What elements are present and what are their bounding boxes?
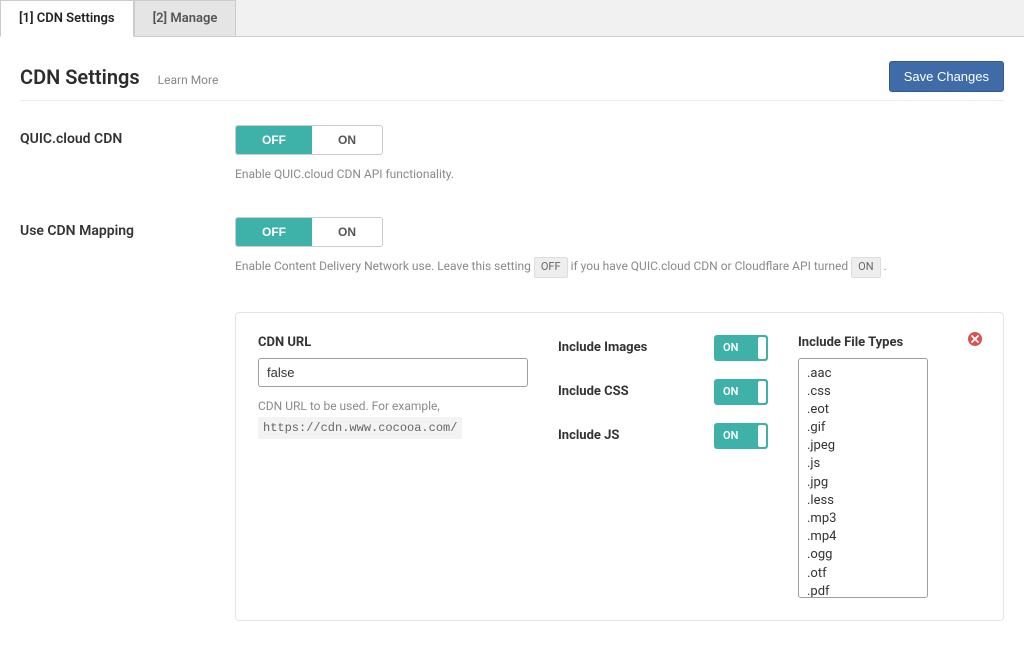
file-types-label: Include File Types <box>798 335 958 350</box>
include-css-toggle[interactable]: ON <box>714 379 768 405</box>
on-tag: ON <box>851 257 880 278</box>
use-mapping-on[interactable]: ON <box>312 218 382 246</box>
quic-cloud-label: QUIC.cloud CDN <box>20 125 235 147</box>
cdn-url-label: CDN URL <box>258 335 528 350</box>
cdn-url-help: CDN URL to be used. For example, https:/… <box>258 397 528 439</box>
learn-more-link[interactable]: Learn More <box>158 73 219 87</box>
cdn-url-example: https://cdn.www.cocooa.com/ <box>258 417 462 439</box>
tab-manage[interactable]: [2] Manage <box>134 0 237 36</box>
close-icon[interactable] <box>967 331 983 347</box>
use-mapping-off[interactable]: OFF <box>236 218 312 246</box>
include-js-toggle[interactable]: ON <box>714 423 768 449</box>
off-tag: OFF <box>534 257 568 278</box>
quic-cloud-toggle[interactable]: OFF ON <box>235 125 383 155</box>
include-js-label: Include JS <box>558 428 619 443</box>
save-changes-button[interactable]: Save Changes <box>889 61 1004 92</box>
cdn-mapping-panel: CDN URL CDN URL to be used. For example,… <box>235 312 1004 621</box>
quic-cloud-help: Enable QUIC.cloud CDN API functionality. <box>235 165 1004 183</box>
file-types-textarea[interactable]: .aac .css .eot .gif .jpeg .js .jpg .less… <box>798 358 928 598</box>
use-mapping-toggle[interactable]: OFF ON <box>235 217 383 247</box>
tab-cdn-settings[interactable]: [1] CDN Settings <box>0 0 134 37</box>
quic-cloud-off[interactable]: OFF <box>236 126 312 154</box>
page-title: CDN Settings <box>20 65 140 89</box>
quic-cloud-on[interactable]: ON <box>312 126 382 154</box>
include-css-label: Include CSS <box>558 384 629 399</box>
include-images-toggle[interactable]: ON <box>714 335 768 361</box>
use-mapping-help: Enable Content Delivery Network use. Lea… <box>235 257 1004 278</box>
include-images-label: Include Images <box>558 340 647 355</box>
cdn-url-input[interactable] <box>258 358 528 387</box>
use-mapping-label: Use CDN Mapping <box>20 217 235 239</box>
